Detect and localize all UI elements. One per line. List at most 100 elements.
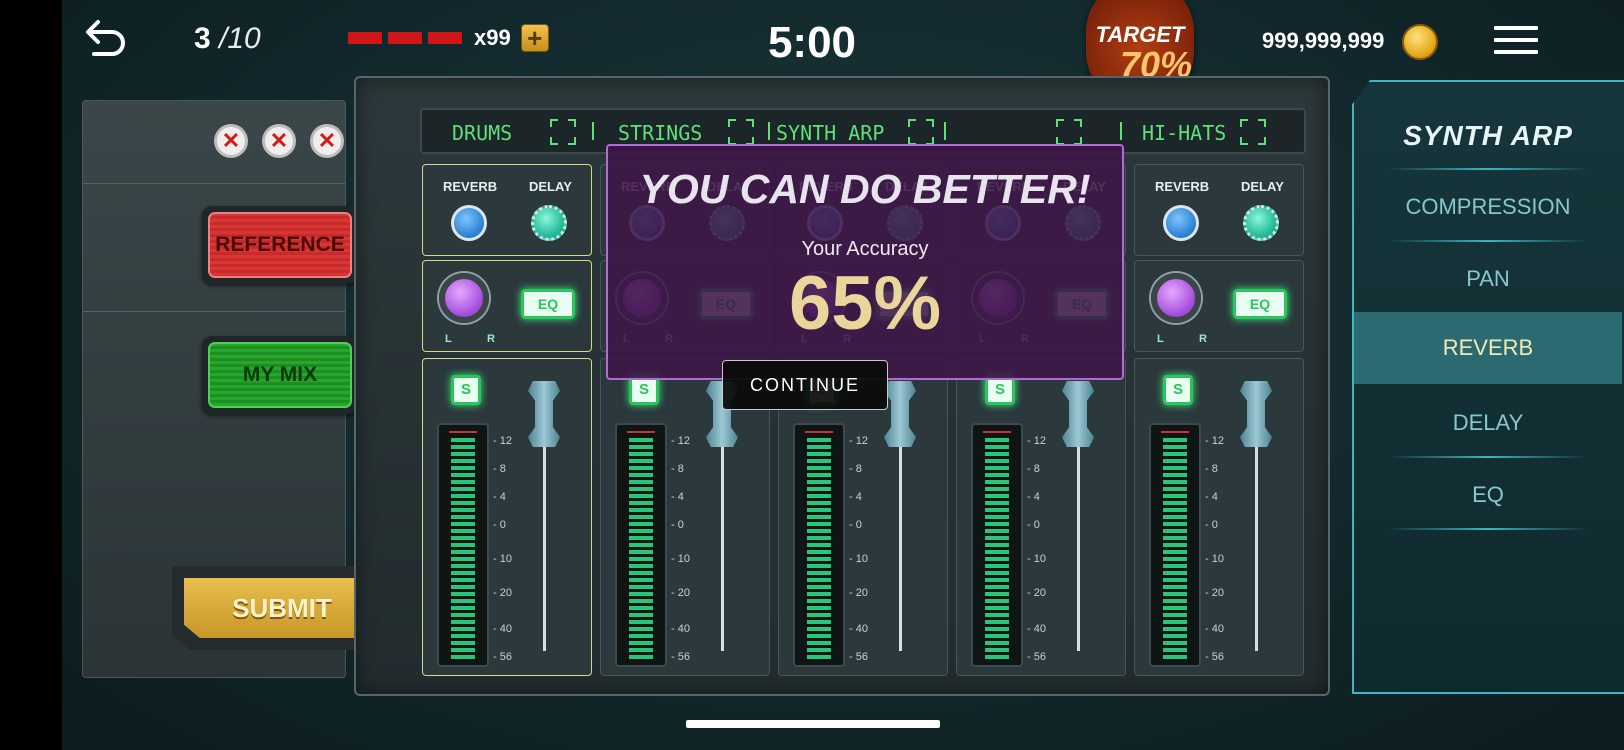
- meter-scale-label: - 12: [493, 435, 512, 447]
- meter-scale: - 12 - 8 - 4 - 0 - 10 - 20 - 40 - 56: [849, 435, 879, 665]
- meter-scale: - 12 - 8 - 4 - 0 - 10 - 20 - 40 - 56: [671, 435, 701, 665]
- effect-item-reverb[interactable]: REVERB: [1354, 312, 1622, 384]
- meter-scale-label: - 10: [493, 553, 512, 565]
- meter-scale: - 12 - 8 - 4 - 0 - 10 - 20 - 40 - 56: [1027, 435, 1057, 665]
- effects-panel-title: SYNTH ARP: [1403, 120, 1573, 151]
- meter-bars: [451, 437, 475, 659]
- divider: [768, 122, 770, 140]
- my-mix-button-label: MY MIX: [208, 342, 352, 408]
- meter-scale-label: - 4: [671, 491, 684, 503]
- channel-bracket-icon: [728, 119, 754, 145]
- divider: [1120, 122, 1122, 140]
- divider: [1388, 528, 1588, 530]
- fader-card: S - 12- 8- 4- 0- 10- 20- 40- 56: [956, 358, 1126, 676]
- meter-scale-label: - 12: [671, 435, 690, 447]
- meter-scale-label: - 10: [671, 553, 690, 565]
- reverb-label: REVERB: [443, 179, 498, 194]
- pan-knob[interactable]: [1151, 273, 1201, 323]
- meter-scale-label: - 0: [1205, 519, 1218, 531]
- volume-fader-handle[interactable]: [528, 381, 560, 447]
- effect-item-pan[interactable]: PAN: [1354, 246, 1622, 312]
- level-meter: [793, 423, 845, 667]
- solo-button[interactable]: S: [451, 375, 481, 405]
- meter-scale: - 12 - 8 - 4 - 0 - 10 - 20 - 40 - 56: [493, 435, 523, 665]
- result-title: YOU CAN DO BETTER!: [639, 166, 1091, 212]
- top-bar: 3 /10 x99 + 5:00 TARGET 70% 999,999,999: [62, 0, 1624, 106]
- pan-right-label: R: [487, 333, 495, 345]
- reverb-label: REVERB: [1155, 179, 1210, 194]
- meter-scale-label: - 4: [1205, 491, 1218, 503]
- meter-scale-label: - 4: [493, 491, 506, 503]
- channel-name-synth-arp[interactable]: SYNTH ARP: [776, 121, 884, 145]
- meter-scale-label: - 10: [1027, 553, 1046, 565]
- effect-item-eq[interactable]: EQ: [1354, 462, 1622, 528]
- volume-fader-handle[interactable]: [1062, 381, 1094, 447]
- fader-track: [721, 439, 724, 651]
- divider: [83, 183, 345, 184]
- my-mix-button[interactable]: MY MIX: [202, 336, 358, 414]
- meter-scale-label: - 12: [1027, 435, 1046, 447]
- meter-scale: - 12 - 8 - 4 - 0 - 10 - 20 - 40 - 56: [1205, 435, 1235, 665]
- coin-icon: [1402, 24, 1438, 60]
- volume-fader-handle[interactable]: [884, 381, 916, 447]
- meter-scale-label: - 10: [1205, 553, 1224, 565]
- meter-scale-label: - 12: [1205, 435, 1224, 447]
- meter-scale-label: - 8: [671, 463, 684, 475]
- meter-bars: [1163, 437, 1187, 659]
- result-modal: YOU CAN DO BETTER! Your Accuracy 65%: [606, 144, 1124, 380]
- accuracy-value: 65%: [788, 261, 942, 346]
- peak-line: [449, 431, 477, 433]
- meter-scale-label: - 20: [1205, 587, 1224, 599]
- level-meter: [615, 423, 667, 667]
- reference-button[interactable]: REFERENCE: [202, 206, 358, 284]
- meter-scale-label: - 10: [849, 553, 868, 565]
- solo-button[interactable]: S: [1163, 375, 1193, 405]
- channel-name-hi-hats[interactable]: HI-HATS: [1142, 121, 1226, 145]
- meter-scale-label: - 56: [671, 651, 690, 663]
- delay-knob[interactable]: [531, 205, 567, 241]
- home-indicator[interactable]: [686, 720, 940, 728]
- game-screen: 3 /10 x99 + 5:00 TARGET 70% 999,999,999 …: [62, 0, 1624, 750]
- submit-button-label: SUBMIT: [184, 578, 380, 638]
- meter-scale-label: - 8: [1027, 463, 1040, 475]
- reverb-knob[interactable]: [451, 205, 487, 241]
- meter-scale-label: - 56: [1205, 651, 1224, 663]
- channel-bracket-icon: [1056, 119, 1082, 145]
- delay-label: DELAY: [529, 179, 572, 194]
- channel-name-strings[interactable]: STRINGS: [618, 121, 702, 145]
- eq-button[interactable]: EQ: [1233, 289, 1287, 319]
- delay-label: DELAY: [1241, 179, 1284, 194]
- level-meter: [971, 423, 1023, 667]
- divider: [1388, 240, 1588, 242]
- meter-bars: [985, 437, 1009, 659]
- meter-scale-label: - 0: [671, 519, 684, 531]
- effect-item-compression[interactable]: COMPRESSION: [1354, 174, 1622, 240]
- meter-scale-label: - 20: [493, 587, 512, 599]
- delay-knob[interactable]: [1243, 205, 1279, 241]
- effect-item-delay[interactable]: DELAY: [1354, 390, 1622, 456]
- pan-knob[interactable]: [439, 273, 489, 323]
- eq-button[interactable]: EQ: [521, 289, 575, 319]
- hamburger-menu-icon[interactable]: [1494, 26, 1538, 56]
- meter-scale-label: - 56: [1027, 651, 1046, 663]
- fader-track: [1077, 439, 1080, 651]
- meter-scale-label: - 20: [849, 587, 868, 599]
- continue-button[interactable]: CONTINUE: [722, 360, 888, 410]
- meter-scale-label: - 0: [849, 519, 862, 531]
- meter-scale-label: - 40: [849, 623, 868, 635]
- meter-scale-label: - 0: [1027, 519, 1040, 531]
- volume-fader-handle[interactable]: [1240, 381, 1272, 447]
- meter-scale-label: - 20: [1027, 587, 1046, 599]
- meter-scale-label: - 40: [493, 623, 512, 635]
- strike-x-icon: ✕: [262, 124, 296, 158]
- divider: [1388, 168, 1588, 170]
- meter-scale-label: - 8: [849, 463, 862, 475]
- channel-bracket-icon: [1240, 119, 1266, 145]
- pan-card: L R EQ: [1134, 260, 1304, 352]
- channel-bracket-icon: [550, 119, 576, 145]
- channel-name-drums[interactable]: DRUMS: [452, 121, 512, 145]
- reference-button-label: REFERENCE: [208, 212, 352, 278]
- reverb-knob[interactable]: [1163, 205, 1199, 241]
- divider: [944, 122, 946, 140]
- coin-balance: 999,999,999: [1262, 28, 1385, 53]
